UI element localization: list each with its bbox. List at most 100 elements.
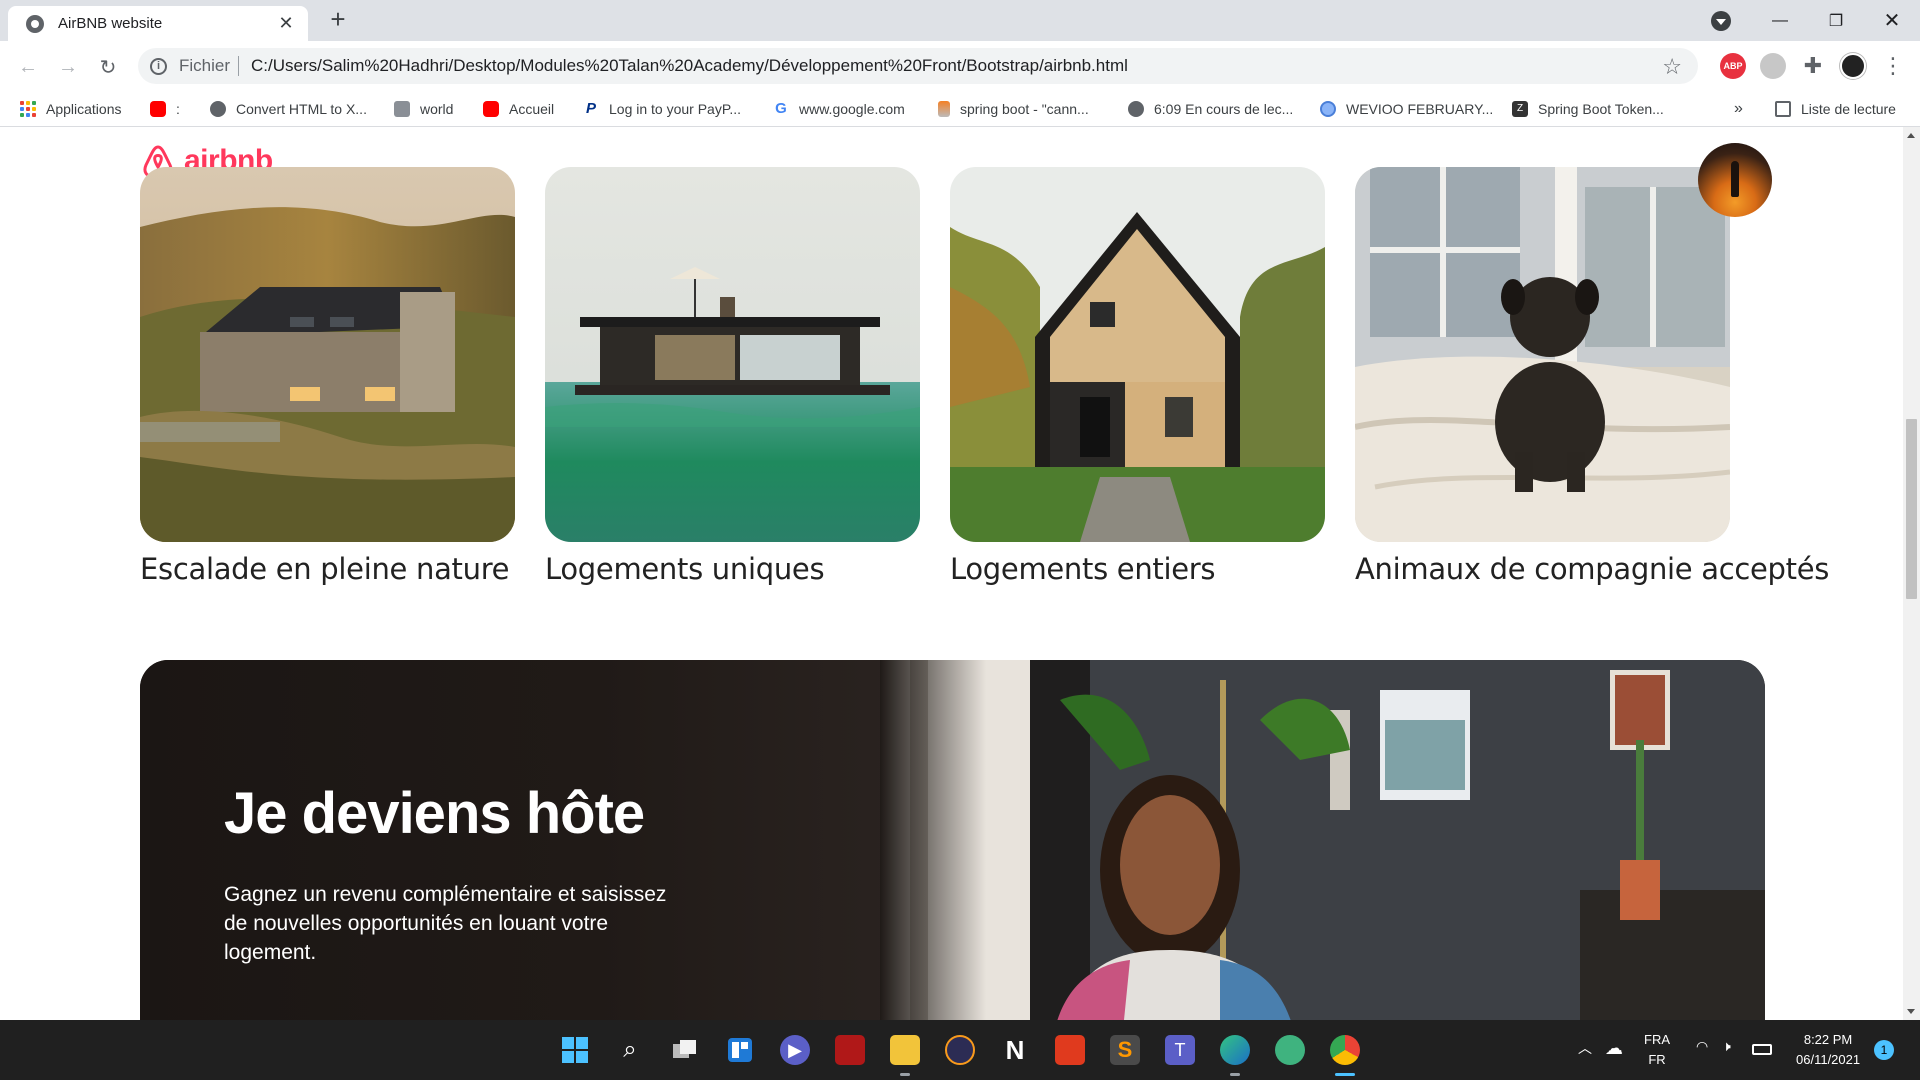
start-icon[interactable] xyxy=(560,1035,590,1065)
profile-avatar[interactable] xyxy=(1840,53,1866,79)
url-scheme: Fichier xyxy=(179,56,231,75)
info-icon[interactable]: i xyxy=(150,57,167,75)
forward-icon[interactable]: → xyxy=(54,53,82,81)
bookmark-label: Convert HTML to X... xyxy=(236,101,367,117)
reading-list-button[interactable]: Liste de lecture xyxy=(1775,99,1896,119)
bookmark-wevioo[interactable]: WEVIOO FEBRUARY... xyxy=(1320,99,1493,119)
tab-title: AirBNB website xyxy=(58,15,163,32)
bookmark-paypal[interactable]: P Log in to your PayP... xyxy=(583,99,741,119)
restore-button[interactable]: ❐ xyxy=(1808,0,1864,41)
clock[interactable]: 8:22 PM 06/11/2021 xyxy=(1796,1030,1860,1070)
bookmark-spring-boot[interactable]: spring boot - "cann... xyxy=(938,99,1089,119)
extension-icon[interactable] xyxy=(1760,53,1786,79)
cottage-landscape-image xyxy=(140,167,515,542)
task-view-icon[interactable] xyxy=(670,1035,700,1065)
category-card-nature[interactable]: Escalade en pleine nature xyxy=(140,167,515,586)
host-title: Je deviens hôte xyxy=(224,781,645,846)
user-avatar[interactable] xyxy=(1698,143,1772,217)
globe-icon xyxy=(1128,101,1144,117)
notion-icon[interactable]: N xyxy=(1000,1035,1030,1065)
chatgpt-icon[interactable] xyxy=(1275,1035,1305,1065)
onedrive-icon[interactable]: ☁ xyxy=(1605,1038,1623,1059)
pug-on-bed-image xyxy=(1355,167,1730,542)
eclipse-icon[interactable] xyxy=(945,1035,975,1065)
teams-icon[interactable]: T xyxy=(1165,1035,1195,1065)
app-red-icon[interactable] xyxy=(835,1035,865,1065)
chrome-icon[interactable] xyxy=(1330,1035,1360,1065)
minimize-button[interactable]: — xyxy=(1752,0,1808,41)
address-bar[interactable]: i Fichier C:/Users/Salim%20Hadhri/Deskto… xyxy=(138,48,1698,84)
globe-icon xyxy=(210,101,226,117)
browser-toolbar: ← → ↻ i Fichier C:/Users/Salim%20Hadhri/… xyxy=(0,41,1920,91)
category-card-unique[interactable]: Logements uniques xyxy=(545,167,920,586)
bookmark-applications[interactable]: Applications xyxy=(20,99,122,119)
category-card-pets[interactable]: Animaux de compagnie acceptés xyxy=(1355,167,1830,586)
menu-icon[interactable]: ⋮ xyxy=(1880,53,1906,79)
paypal-icon: P xyxy=(585,100,596,117)
input-language[interactable]: FRA FR xyxy=(1644,1030,1670,1070)
bookmark-label: spring boot - "cann... xyxy=(960,101,1089,117)
card-image xyxy=(545,167,920,542)
bookmark-label: Accueil xyxy=(509,101,555,117)
apps-grid-icon xyxy=(20,101,36,117)
language-code: FRA xyxy=(1644,1032,1670,1047)
page-scrollbar[interactable] xyxy=(1903,127,1920,1020)
search-icon[interactable]: ⌕ xyxy=(615,1035,645,1065)
tab-search-icon[interactable] xyxy=(1711,11,1731,31)
running-indicator xyxy=(1230,1073,1240,1076)
bookmark-spring-token[interactable]: Z Spring Boot Token... xyxy=(1512,99,1664,119)
scroll-thumb[interactable] xyxy=(1906,419,1917,599)
url-text[interactable]: C:/Users/Salim%20Hadhri/Desktop/Modules%… xyxy=(251,56,1128,76)
teams-chat-icon[interactable]: ▶ xyxy=(780,1035,810,1065)
reload-icon[interactable]: ↻ xyxy=(94,53,122,81)
bookmark-accueil[interactable]: Accueil xyxy=(483,99,554,119)
window-close-button[interactable]: ✕ xyxy=(1864,0,1920,41)
battery-icon[interactable] xyxy=(1752,1044,1772,1055)
host-woman-photo xyxy=(880,660,1765,1020)
widgets-icon[interactable] xyxy=(725,1035,755,1065)
bookmark-label: WEVIOO FEBRUARY... xyxy=(1346,101,1494,117)
new-tab-button[interactable]: + xyxy=(324,6,352,34)
bookmark-youtube[interactable]: : xyxy=(150,99,180,119)
become-host-banner[interactable]: Je deviens hôte Gagnez un revenu complém… xyxy=(140,660,1765,1020)
bookmarks-overflow[interactable]: » xyxy=(1734,99,1743,119)
bookmark-google[interactable]: G www.google.com xyxy=(773,99,905,119)
bookmark-en-cours[interactable]: 6:09 En cours de lec... xyxy=(1128,99,1293,119)
bookmark-world[interactable]: world xyxy=(394,99,453,119)
globe-blue-icon xyxy=(1320,101,1336,117)
bookmark-label: world xyxy=(420,101,454,117)
houseboat-image xyxy=(545,167,920,542)
aframe-house-image xyxy=(950,167,1325,542)
stackoverflow-icon xyxy=(938,101,950,117)
clock-date: 06/11/2021 xyxy=(1796,1052,1861,1067)
wifi-icon[interactable]: ◠ xyxy=(1696,1038,1708,1055)
google-icon: G xyxy=(775,100,787,117)
notification-badge[interactable]: 1 xyxy=(1874,1040,1894,1060)
card-image xyxy=(1355,167,1730,542)
card-title: Animaux de compagnie acceptés xyxy=(1355,552,1830,586)
close-icon[interactable]: ✕ xyxy=(276,13,296,34)
card-title: Escalade en pleine nature xyxy=(140,552,510,586)
scroll-down-icon[interactable] xyxy=(1907,1009,1915,1014)
chevron-up-icon[interactable]: ︿ xyxy=(1578,1038,1592,1058)
volume-muted-icon[interactable]: 🕨 xyxy=(1722,1038,1731,1055)
host-description: Gagnez un revenu complémentaire et saisi… xyxy=(224,883,667,964)
category-card-entire[interactable]: Logements entiers xyxy=(950,167,1325,586)
edge-icon[interactable] xyxy=(1220,1035,1250,1065)
adblock-icon[interactable]: ABP xyxy=(1720,53,1746,79)
office-icon[interactable] xyxy=(1055,1035,1085,1065)
sublime-text-icon[interactable]: S xyxy=(1110,1035,1140,1065)
z-icon: Z xyxy=(1512,101,1528,117)
bookmark-convert-html[interactable]: Convert HTML to X... xyxy=(210,99,367,119)
scroll-up-icon[interactable] xyxy=(1907,133,1915,138)
extensions-puzzle-icon[interactable]: ✚ xyxy=(1800,53,1826,79)
file-explorer-icon[interactable] xyxy=(890,1035,920,1065)
browser-tab[interactable]: AirBNB website ✕ xyxy=(8,6,308,41)
bookmarks-bar: Applications : Convert HTML to X... worl… xyxy=(0,91,1920,127)
bookmark-label: : xyxy=(176,101,180,117)
card-title: Logements uniques xyxy=(545,552,825,586)
back-icon[interactable]: ← xyxy=(14,53,42,81)
reading-list-icon xyxy=(1775,101,1791,117)
card-image xyxy=(140,167,515,542)
bookmark-star-icon[interactable]: ☆ xyxy=(1662,54,1682,80)
